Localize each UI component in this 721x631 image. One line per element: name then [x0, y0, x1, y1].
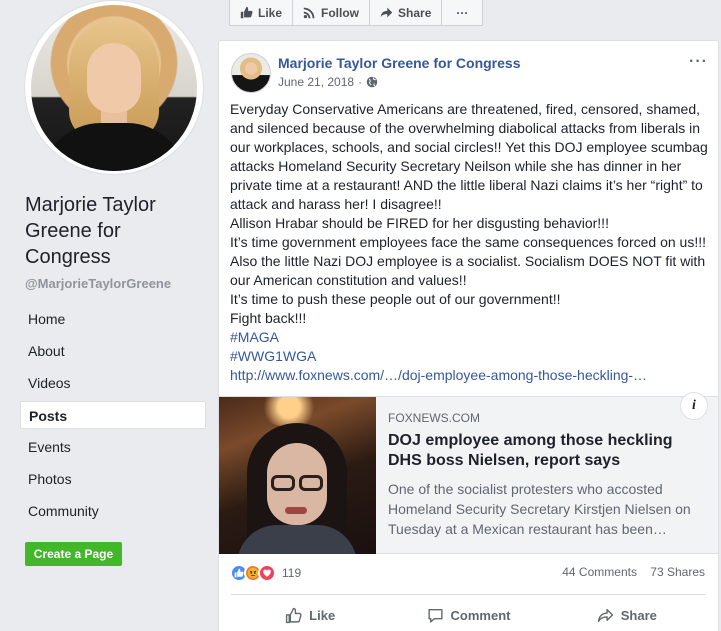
page-action-bar: Like Follow Share ···: [229, 0, 484, 26]
engagement-counts: 44 Comments 73 Shares: [552, 565, 705, 579]
article-preview-text: FOXNEWS.COM DOJ employee among those hec…: [388, 411, 708, 539]
page-like-label: Like: [258, 5, 283, 20]
page-follow-button[interactable]: Follow: [293, 0, 371, 25]
page-title[interactable]: Marjorie Taylor Greene for Congress: [25, 192, 200, 270]
post-action-bar: Like Comment Share: [231, 599, 706, 631]
nav-item-videos[interactable]: Videos: [20, 369, 206, 397]
post-paragraph: Everyday Conservative Americans are thre…: [230, 101, 708, 212]
comment-icon: [427, 608, 443, 623]
post-author-name[interactable]: Marjorie Taylor Greene for Congress: [278, 55, 520, 71]
article-thumbnail[interactable]: [219, 397, 376, 554]
nav-item-community[interactable]: Community: [20, 497, 206, 525]
page-nav: Home About Videos Posts Events Photos Co…: [20, 305, 206, 529]
page-handle[interactable]: @MarjorieTaylorGreene: [25, 276, 171, 291]
globe-icon: [366, 76, 378, 88]
post-author-avatar[interactable]: [231, 53, 271, 93]
post-date[interactable]: June 21, 2018: [278, 75, 354, 89]
comment-label: Comment: [450, 607, 511, 623]
post-paragraph: Fight back!!!: [230, 310, 307, 326]
comment-button[interactable]: Comment: [389, 599, 547, 631]
page-like-button[interactable]: Like: [230, 0, 294, 25]
article-title[interactable]: DOJ employee among those heckling DHS bo…: [388, 431, 708, 471]
rss-follow-icon: [303, 7, 315, 19]
page-share-label: Share: [398, 5, 432, 20]
hashtag-link[interactable]: #WWG1WGA: [230, 347, 712, 366]
hashtag-link[interactable]: #MAGA: [230, 328, 712, 347]
create-page-button[interactable]: Create a Page: [25, 542, 122, 566]
nav-item-about[interactable]: About: [20, 337, 206, 365]
reaction-count: 119: [282, 566, 302, 580]
thumbs-up-icon: [240, 6, 253, 19]
post-paragraph: It’s time government employees face the …: [230, 234, 706, 288]
like-label: Like: [309, 607, 336, 623]
article-url-link[interactable]: http://www.foxnews.com/…/doj-employee-am…: [230, 366, 712, 385]
post-options-button[interactable]: ···: [689, 53, 708, 71]
link-preview-card[interactable]: FOXNEWS.COM DOJ employee among those hec…: [219, 392, 718, 554]
love-reaction-icon: [258, 564, 276, 582]
share-label: Share: [620, 607, 657, 623]
comments-count[interactable]: 44 Comments: [562, 565, 637, 579]
shares-count[interactable]: 73 Shares: [650, 565, 705, 579]
share-button[interactable]: Share: [548, 599, 706, 631]
article-source: FOXNEWS.COM: [388, 411, 480, 425]
left-sidebar: Marjorie Taylor Greene for Congress @Mar…: [0, 0, 207, 631]
profile-photo: [31, 5, 197, 171]
post-card: Marjorie Taylor Greene for Congress June…: [218, 40, 719, 631]
reaction-summary[interactable]: 119: [230, 564, 301, 582]
info-icon[interactable]: i: [680, 392, 708, 420]
post-paragraph: It’s time to push these people out of ou…: [230, 291, 561, 307]
nav-item-home[interactable]: Home: [20, 305, 206, 333]
post-paragraph: Allison Hrabar should be FIRED for her d…: [230, 215, 609, 231]
post-meta: June 21, 2018 ·: [278, 75, 378, 89]
profile-picture[interactable]: [24, 0, 204, 175]
divider: [231, 594, 706, 595]
page-share-button[interactable]: Share: [370, 0, 443, 25]
article-description: One of the socialist protesters who acco…: [388, 481, 691, 537]
like-button[interactable]: Like: [231, 599, 389, 631]
nav-item-posts[interactable]: Posts: [20, 401, 206, 429]
post-text: Everyday Conservative Americans are thre…: [230, 100, 712, 385]
page-follow-label: Follow: [321, 5, 360, 20]
thumbs-up-icon: [286, 607, 302, 623]
nav-item-events[interactable]: Events: [20, 433, 206, 461]
share-arrow-icon: [380, 7, 393, 18]
share-arrow-icon: [597, 608, 613, 622]
page-more-button[interactable]: ···: [442, 0, 482, 25]
meta-separator: ·: [358, 75, 363, 89]
nav-item-photos[interactable]: Photos: [20, 465, 206, 493]
